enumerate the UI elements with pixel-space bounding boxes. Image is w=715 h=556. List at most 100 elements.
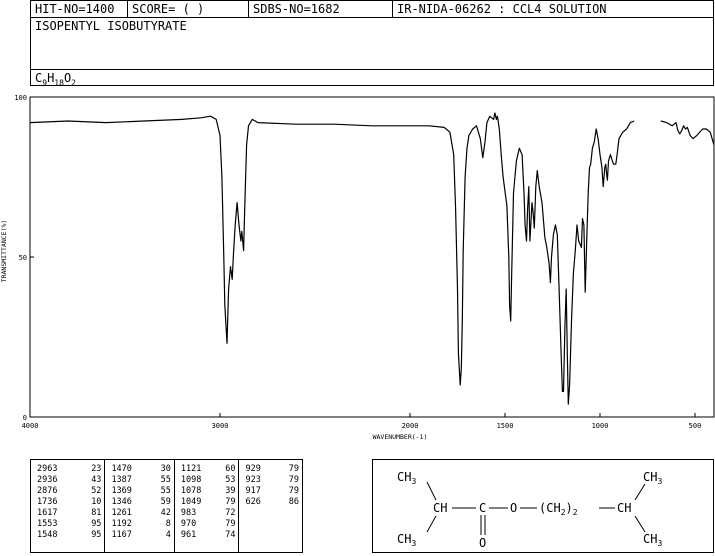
peak-column: 1470 30 1387 55 1369 55 1346 59 1261 42 1192 8 1167 4 [105,460,175,552]
peak-transmittance: 53 [225,475,236,485]
peak-row: 923 79 [245,475,299,486]
methylene-group-label: (CH2)2 [539,501,578,517]
carbonyl-carbon-label: C [479,501,486,515]
peak-row: 626 86 [245,497,299,508]
peak-wavenumber: 1192 [111,519,132,529]
peak-column: 929 79 923 79 917 79 626 86 [239,460,302,552]
peak-transmittance: 39 [225,486,236,496]
peak-wavenumber: 1098 [180,475,202,485]
peak-transmittance: 30 [160,464,171,474]
peak-transmittance: 4 [165,530,171,540]
hit-number: HIT-NO=1400 [31,1,128,17]
y-tick-label: 100 [14,94,27,102]
peak-transmittance: 79 [225,519,236,529]
score-field: SCORE= ( ) [128,1,249,17]
methyl-label: CH3 [643,470,662,486]
methyl-label: CH3 [397,532,416,548]
peak-row: 983 72 [181,508,236,519]
ir-spectrum-chart: 4000 3000 2000 1500 1000 500 0 50 100 WAVENUMBER(… [0,94,715,441]
methine-label: CH [617,501,631,515]
formula-box: C9H18O2 [30,69,714,88]
peak-wavenumber: 961 [180,530,197,540]
sdbs-number: SDBS-NO=1682 [249,1,393,17]
y-tick-label: 0 [23,414,27,422]
molecular-formula: C9H18O2 [35,71,76,88]
peak-row: 1369 55 [111,486,170,497]
x-axis-label: WAVENUMBER(-1) [373,433,428,441]
peak-transmittance: 8 [165,519,171,529]
peak-wavenumber: 2963 [37,464,58,474]
compound-name: ISOPENTYL ISOBUTYRATE [35,19,187,33]
peak-column: 1121 60 1098 53 1078 39 1049 79 983 72 970 79 961 74 [175,460,240,552]
peak-transmittance: 42 [160,508,171,518]
peak-wavenumber: 1548 [37,530,58,540]
peak-transmittance: 55 [160,486,171,496]
peak-wavenumber: 1736 [37,497,58,507]
peak-wavenumber: 1261 [111,508,132,518]
peak-row: 1098 53 [181,475,236,486]
peak-transmittance: 79 [225,497,236,507]
peak-transmittance: 86 [288,497,299,507]
peak-wavenumber: 1049 [180,497,202,507]
peak-wavenumber: 2936 [37,475,58,485]
peak-wavenumber: 1121 [180,464,202,474]
peak-transmittance: 79 [288,475,299,485]
peak-row: 961 74 [181,530,236,541]
peak-row: 1261 42 [111,508,170,519]
spectrum-line [29,112,635,405]
peak-row: 970 79 [181,519,236,530]
peak-transmittance: 52 [91,486,102,496]
peak-transmittance: 43 [91,475,102,485]
peak-transmittance: 72 [225,508,236,518]
bond-line [634,483,646,501]
peak-wavenumber: 1387 [111,475,132,485]
peak-wavenumber: 1346 [111,497,132,507]
x-tick-label: 2000 [402,422,419,430]
peak-wavenumber: 929 [245,464,261,474]
peak-row: 1548 95 [37,530,101,541]
peak-row: 1121 60 [181,464,236,475]
peak-row: 1049 79 [181,497,236,508]
peak-column: 2963 23 2936 43 2876 52 1736 10 1617 81 1553 95 1548… [31,460,106,552]
y-tick-label: 50 [19,254,27,262]
peak-transmittance: 60 [225,464,236,474]
structural-formula: CH3 CH3 CH C O O (CH2)2 CH CH3 CH3 [397,470,662,550]
peak-wavenumber: 970 [180,519,197,529]
x-tick-label: 500 [689,422,702,430]
peak-row: 1167 4 [111,530,170,541]
x-tick-label: 3000 [212,422,229,430]
peak-wavenumber: 2876 [37,486,58,496]
peak-transmittance: 79 [288,486,299,496]
peak-wavenumber: 1470 [111,464,132,474]
peak-transmittance: 55 [160,475,171,485]
peak-transmittance: 23 [91,464,102,474]
peak-wavenumber: 923 [245,475,261,485]
peak-wavenumber: 1369 [111,486,132,496]
peak-row: 2963 23 [37,464,101,475]
peak-wavenumber: 1553 [37,519,58,529]
ir-method: IR-NIDA-06262 : CCL4 SOLUTION [397,2,607,16]
peak-row: 929 79 [245,464,299,475]
structure-box: CH3 CH3 CH C O O (CH2)2 CH CH3 CH3 [372,459,714,553]
x-tick-label: 4000 [22,422,39,430]
peak-table: 2963 23 2936 43 2876 52 1736 10 1617 81 1553 95 1548… [30,459,303,553]
bond-line [634,515,646,533]
peak-row: 1553 95 [37,519,101,530]
x-tick-label: 1000 [592,422,609,430]
peak-wavenumber: 983 [180,508,197,518]
methyl-label: CH3 [397,470,416,486]
peak-row: 1736 10 [37,497,101,508]
peak-transmittance: 95 [91,530,102,540]
peak-row: 2936 43 [37,475,101,486]
methine-label: CH [433,501,447,515]
y-axis-label: TRANSMITTANCE(%) [0,220,8,283]
carbonyl-oxygen-label: O [479,536,486,550]
peak-row: 917 79 [245,486,299,497]
peak-transmittance: 59 [160,497,171,507]
peak-row: 1617 81 [37,508,101,519]
plot-frame [29,96,715,418]
methyl-label: CH3 [643,532,662,548]
compound-name-box: ISOPENTYL ISOBUTYRATE [30,17,714,70]
x-tick-label: 1500 [497,422,514,430]
peak-row: 2876 52 [37,486,101,497]
